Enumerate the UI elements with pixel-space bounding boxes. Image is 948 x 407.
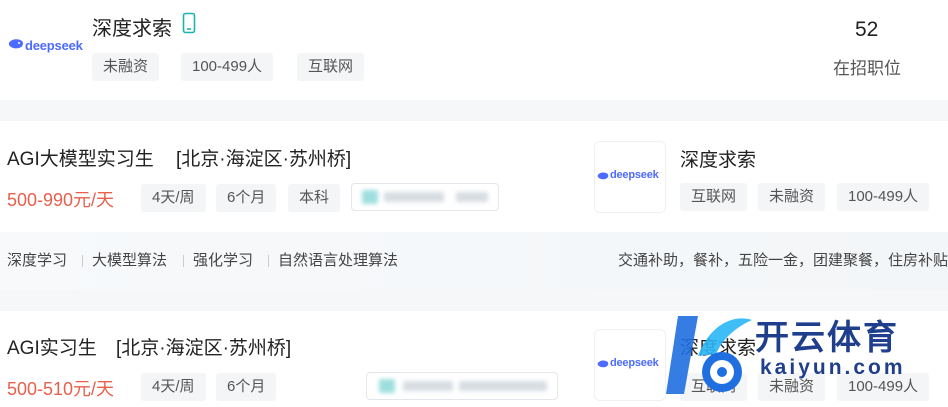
deepseek-whale-icon	[597, 360, 609, 368]
skill-tag: 深度学习	[7, 252, 68, 269]
job-tag-days: 4天/周	[141, 373, 206, 401]
company-tag-funding: 未融资	[92, 53, 160, 81]
recruiter-avatar-icon	[362, 190, 378, 204]
company-logo[interactable]: deepseek	[594, 141, 666, 213]
skill-bar: 深度学习 大模型算法 强化学习 自然语言处理算法 交通补助，餐补，五险一金，团建…	[0, 232, 948, 290]
company-tag-size: 100-499人	[837, 183, 930, 211]
job-count-label: 在招职位	[833, 59, 901, 78]
job-title[interactable]: AGI大模型实习生	[7, 144, 154, 171]
job-salary: 500-990元/天	[7, 190, 115, 210]
kaiyun-watermark: 开云体育 kaiyun.com	[660, 302, 948, 407]
company-logo[interactable]: deepseek	[594, 329, 666, 401]
recruiter-avatar-icon	[379, 379, 395, 393]
kaiyun-logo-icon	[666, 316, 752, 394]
job-count: 52	[855, 18, 879, 41]
job-card[interactable]: AGI大模型实习生 [北京·海淀区·苏州桥] 500-990元/天 4天/周 6…	[0, 121, 948, 290]
company-name[interactable]: 深度求索	[92, 12, 172, 41]
watermark-en: kaiyun.com	[760, 356, 906, 379]
job-tag-degree: 本科	[288, 184, 341, 212]
company-tag-funding: 未融资	[758, 183, 826, 211]
skill-tag: 强化学习	[193, 252, 254, 269]
company-tag-industry: 互联网	[680, 183, 748, 211]
recruiter-badge	[366, 372, 558, 400]
company-card[interactable]: deepseek 深度求索 未融资 100-499人 互联网 52 在招职位	[0, 0, 948, 100]
deepseek-whale-icon	[597, 172, 609, 180]
mobile-phone-icon	[182, 12, 196, 34]
job-location: [北京·海淀区·苏州桥]	[176, 149, 352, 170]
job-tag-days: 4天/周	[141, 184, 206, 212]
job-benefits: 交通补助，餐补，五险一金，团建聚餐，住房补贴	[617, 252, 948, 269]
company-logo-text: deepseek	[25, 38, 83, 53]
company-name[interactable]: 深度求索	[680, 145, 756, 172]
company-tag-size: 100-499人	[181, 53, 274, 81]
company-tag-industry: 互联网	[297, 53, 365, 81]
company-logo-text: deepseek	[610, 169, 659, 181]
job-tag-duration: 6个月	[216, 373, 277, 401]
job-salary: 500-510元/天	[7, 379, 115, 399]
deepseek-whale-icon	[9, 39, 23, 49]
watermark-cn: 开云体育	[755, 319, 899, 357]
skill-tag: 自然语言处理算法	[278, 252, 399, 269]
job-location: [北京·海淀区·苏州桥]	[116, 338, 292, 359]
job-tag-duration: 6个月	[216, 184, 277, 212]
recruiter-badge	[351, 183, 499, 211]
skill-tag: 大模型算法	[92, 252, 168, 269]
company-logo-text: deepseek	[610, 357, 659, 369]
job-title[interactable]: AGI实习生	[7, 333, 97, 360]
